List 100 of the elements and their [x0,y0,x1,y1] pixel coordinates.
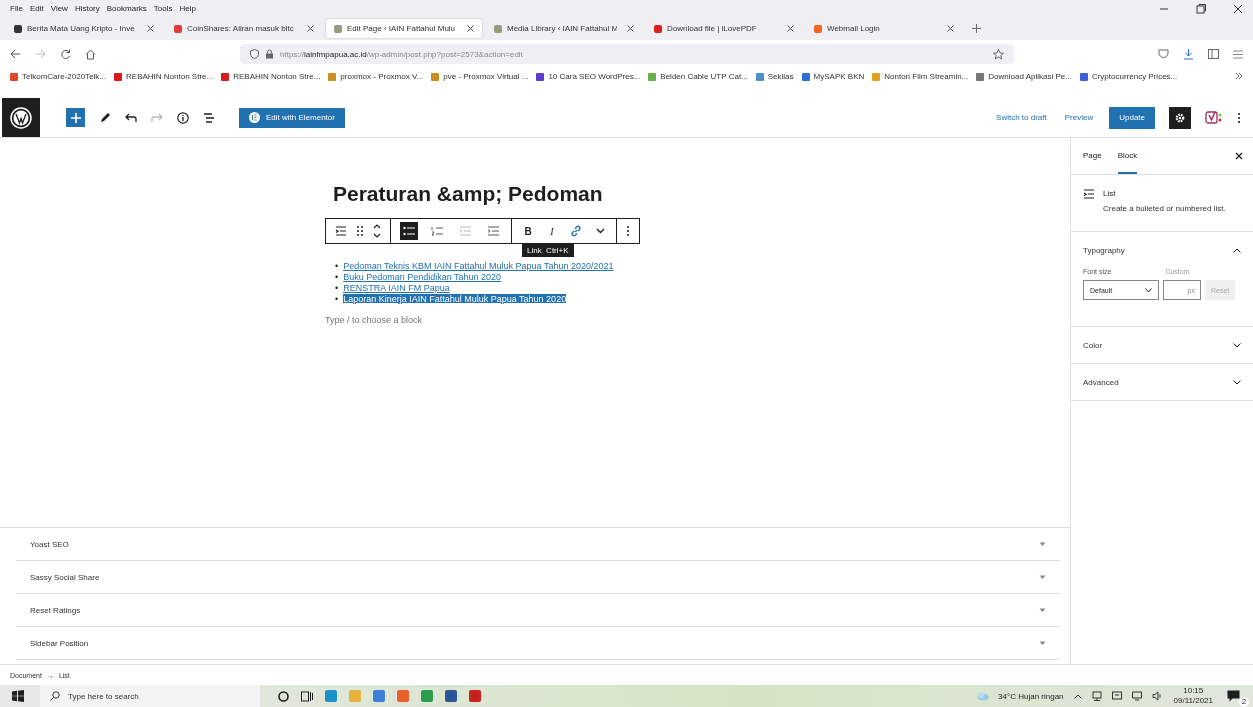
taskbar-search-field[interactable]: Type here to search [40,685,260,707]
clock-date[interactable]: 09/11/2021 [1173,696,1213,706]
link-button[interactable] [569,225,583,237]
sidebar-tab[interactable]: Page [1083,138,1102,174]
back-icon[interactable] [10,49,21,59]
close-icon[interactable] [787,25,794,32]
site-logo-button[interactable] [2,98,40,137]
bookmark[interactable]: pve - Proxmox Virtual ... [431,72,529,81]
settings-button[interactable] [1169,106,1191,129]
weather-text[interactable]: 34°C Hujan ringan [998,691,1064,701]
list-block-icon[interactable] [335,226,347,236]
close-icon[interactable] [467,25,474,32]
bookmark[interactable]: Cryptocurrency Prices... [1079,72,1178,81]
sidebar-tab[interactable]: Block [1117,138,1138,174]
yoast-icon[interactable] [1205,110,1223,125]
task-view-icon[interactable] [301,690,313,702]
menu-item[interactable]: View [50,4,68,13]
browser-tab[interactable]: Webmail Login [806,19,962,38]
browser-tab[interactable]: Download file | iLovePDF [646,19,802,38]
edit-with-elementor-button[interactable]: Edit with Elementor [239,107,345,128]
browser-tab[interactable]: Media Library ‹ IAIN Fattahul M [486,19,642,38]
display-icon[interactable] [1111,691,1122,701]
browser-tab[interactable]: Berita Mata Uang Kripto - Inve [6,19,162,38]
menu-item[interactable]: Bookmarks [106,4,147,13]
info-icon[interactable] [177,111,189,124]
menu-item[interactable]: File [10,4,23,13]
menu-item[interactable]: Help [179,4,196,13]
monitor-icon[interactable] [1131,691,1142,701]
pencil-icon[interactable] [99,111,111,124]
panel-header[interactable]: Advanced [1071,364,1253,400]
taskbar-app-icon[interactable] [469,690,481,702]
bold-button[interactable]: B [521,225,535,237]
cortana-icon[interactable] [278,690,289,702]
add-block-button[interactable] [66,108,85,127]
metabox-header[interactable]: Reset Ratings [16,594,1060,627]
restore-icon[interactable] [1196,3,1206,14]
chevron-double-right-icon[interactable] [1235,72,1243,80]
reload-icon[interactable] [60,48,71,60]
pocket-icon[interactable] [1158,49,1169,59]
block-placeholder[interactable]: Type / to choose a block [325,315,745,325]
close-icon[interactable] [147,25,154,32]
close-icon[interactable] [1235,152,1243,160]
metabox-header[interactable]: Sidebar Position [16,627,1060,660]
metabox-header[interactable]: Yoast SEO [16,528,1060,561]
update-button[interactable]: Update [1109,106,1155,129]
menu-icon[interactable] [1233,49,1243,59]
clock-time[interactable]: 10:15 [1183,686,1204,696]
list-link[interactable]: Pedoman Teknis KBM IAIN Fattahul Muluk Papua Tahun 2020/2021 [343,261,614,271]
bookmark[interactable]: MySAPK BKN [801,72,865,81]
chevron-down-icon [1145,287,1152,293]
page-title[interactable]: Peraturan &amp; Pedoman [333,182,745,206]
message-icon [1227,690,1240,702]
bookmark[interactable]: Sekilas [755,72,794,81]
close-icon[interactable] [307,25,314,32]
more-options-icon[interactable] [1237,111,1241,124]
panel-header[interactable]: Typography [1071,232,1253,268]
list-link[interactable]: RENSTRA IAIN FM Papua [343,283,450,293]
menu-item[interactable]: Edit [29,4,44,13]
bookmark[interactable]: Belden Cable UTP Cat... [648,72,748,81]
menu-item[interactable]: Tools [153,4,173,13]
network-icon[interactable] [1091,691,1102,701]
metabox-header[interactable]: Sassy Social Share [16,561,1060,594]
bookmark[interactable]: Nonton Film Streamin... [872,72,969,81]
bookmark[interactable]: proxmox - Proxmox V... [328,72,424,81]
bookmark[interactable]: 10 Cara SEO WordPres... [536,72,641,81]
download-icon[interactable] [1183,48,1194,60]
menu-item[interactable]: History [74,4,100,13]
bullets-button[interactable] [400,222,418,240]
list-link[interactable]: Buku Pedoman Pendidikan Tahun 2020 [343,272,502,282]
new-tab-icon[interactable] [972,24,981,33]
panel-header[interactable]: Color [1071,327,1253,363]
star-icon[interactable] [993,48,1004,60]
close-icon[interactable] [1233,3,1243,14]
browser-tab[interactable]: CoinShares: Aliran masuk bitc [166,19,322,38]
preview-button[interactable]: Preview [1062,113,1096,122]
bookmark[interactable]: REBAHIN Nonton Stre... [114,72,214,81]
undo-icon[interactable] [125,112,137,123]
triangle-icon [1039,640,1046,646]
bookmark[interactable]: REBAHIN Nonton Stre... [221,72,321,81]
numbers-list-icon [431,226,443,236]
sidebar-icon[interactable] [1208,49,1219,59]
italic-button[interactable]: I [545,225,559,237]
browser-tab[interactable]: Edit Page ‹ IAIN Fattahul Mulu [326,19,482,38]
windows-start-icon[interactable] [12,690,24,702]
bookmark[interactable]: TelkomCare-2020Telk... [10,72,107,81]
more-options-icon[interactable] [626,225,630,237]
speaker-icon[interactable] [1151,691,1162,701]
taskbar-app-icon[interactable] [445,690,457,702]
plus-icon [70,112,81,123]
switch-to-draft-button[interactable]: Switch to draft [994,113,1049,122]
caret-up-icon[interactable] [1073,693,1082,699]
list-link[interactable]: Laporan Kinerja IAIN Fattahul Muluk Papua Tahun 2020 [343,294,567,304]
bookmark[interactable]: Download Aplikasi Pe... [976,72,1072,81]
home-icon[interactable] [85,48,96,60]
address-bar[interactable]: https://iainfmpapua.ac.id/wp-admin/post.php?post=2573&action=edit [240,44,1014,64]
close-icon[interactable] [947,25,954,32]
move-up-down-icon[interactable] [373,224,381,238]
list-view-icon[interactable] [203,112,215,123]
close-icon[interactable] [627,25,634,32]
drag-handle-icon[interactable] [357,226,363,236]
